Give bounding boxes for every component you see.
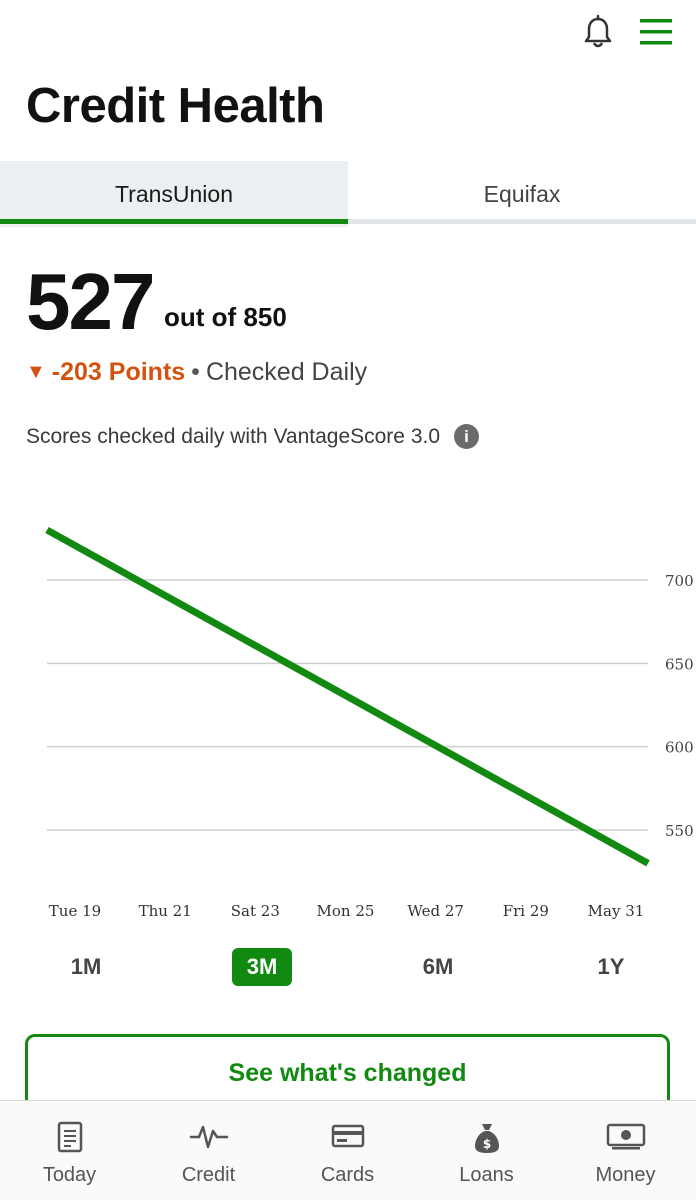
- y-tick-label: 600: [665, 739, 694, 757]
- y-tick-label: 700: [665, 572, 694, 590]
- credit-score-value: 527: [26, 257, 155, 346]
- x-tick-label: Wed 27: [407, 902, 464, 920]
- nav-credit-label: Credit: [181, 1164, 236, 1186]
- chart-canvas: 550 600 650 700 Tue 19 Thu 21 Sat 23 Mon 25 Wed …: [45, 526, 694, 920]
- svg-text:$: $: [482, 1137, 490, 1151]
- score-change-row: ▼ -203 Points • Checked Daily: [26, 358, 367, 387]
- x-tick-label: Mon 25: [317, 902, 375, 920]
- hamburger-menu-icon[interactable]: [638, 16, 674, 48]
- score-model-note: Scores checked daily with VantageScore 3…: [26, 424, 480, 449]
- score-out-of: out of 850: [164, 302, 287, 332]
- range-1y[interactable]: 1Y: [581, 948, 641, 986]
- bottom-navigation: Today Credit Cards $ Loans Money: [0, 1100, 696, 1200]
- bureau-tabs: TransUnion Equifax: [0, 161, 696, 227]
- nav-today[interactable]: Today: [0, 1101, 139, 1200]
- nav-money-label: Money: [595, 1164, 656, 1186]
- nav-credit[interactable]: Credit: [139, 1101, 278, 1200]
- x-tick-label: Fri 29: [503, 902, 549, 920]
- cash-bill-icon: [606, 1123, 645, 1150]
- score-change: -203 Points: [51, 358, 186, 386]
- money-bag-icon: $: [474, 1124, 499, 1153]
- x-tick-label: Tue 19: [49, 902, 101, 920]
- x-tick-label: May 31: [588, 902, 645, 920]
- nav-loans[interactable]: $ Loans: [417, 1101, 556, 1200]
- range-1m[interactable]: 1M: [56, 948, 116, 986]
- tab-divider: [348, 219, 696, 224]
- x-tick-label: Thu 21: [139, 902, 192, 920]
- down-arrow-icon: ▼: [26, 361, 46, 383]
- separator: •: [191, 358, 200, 386]
- y-tick-label: 650: [665, 655, 694, 673]
- check-frequency: Checked Daily: [205, 358, 368, 386]
- nav-today-label: Today: [42, 1164, 97, 1186]
- bell-icon[interactable]: [580, 14, 616, 50]
- active-tab-indicator: [0, 219, 348, 224]
- range-6m[interactable]: 6M: [408, 948, 468, 986]
- tab-transunion[interactable]: TransUnion: [0, 161, 348, 227]
- credit-health-screen: Credit Health TransUnion Equifax 527 out…: [0, 0, 696, 1200]
- tab-equifax[interactable]: Equifax: [348, 161, 696, 227]
- page-title: Credit Health: [26, 79, 325, 133]
- document-icon: [57, 1121, 82, 1153]
- top-bar: [0, 0, 696, 70]
- nav-cards-label: Cards: [320, 1164, 375, 1186]
- pulse-icon: [189, 1125, 228, 1149]
- y-tick-label: 550: [665, 822, 694, 840]
- range-3m[interactable]: 3M: [232, 948, 292, 986]
- score-history-chart: 550 600 650 700 Tue 19 Thu 21 Sat 23 Mon 25 Wed …: [0, 480, 696, 930]
- nav-money[interactable]: Money: [556, 1101, 695, 1200]
- score-model-text: Scores checked daily with VantageScore 3…: [26, 424, 441, 448]
- nav-loans-label: Loans: [459, 1164, 514, 1186]
- nav-cards[interactable]: Cards: [278, 1101, 417, 1200]
- x-tick-label: Sat 23: [231, 902, 280, 920]
- info-icon[interactable]: i: [454, 424, 480, 449]
- credit-card-icon: [331, 1124, 364, 1148]
